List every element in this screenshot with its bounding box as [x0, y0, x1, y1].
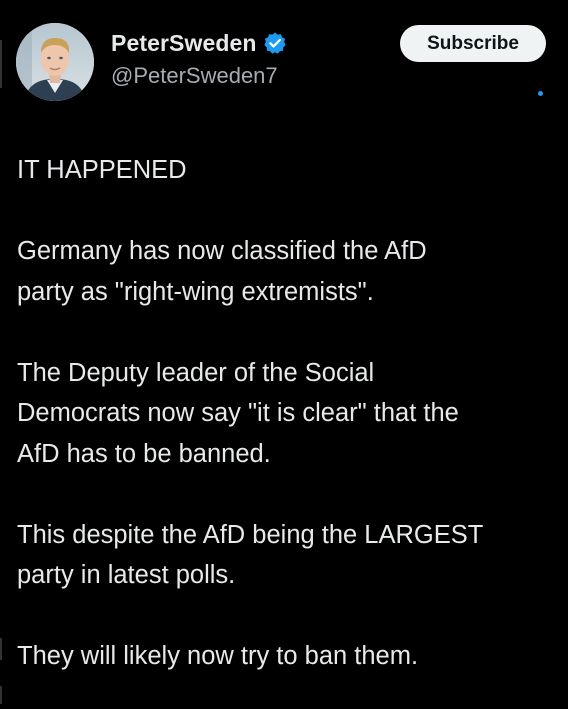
tweet-paragraph: They will likely now try to ban them. [17, 642, 419, 670]
unread-dot-icon [538, 91, 543, 96]
author-handle[interactable]: @PeterSweden7 [111, 63, 278, 89]
verified-badge-icon [263, 31, 287, 55]
author-name-row[interactable]: PeterSweden [111, 28, 287, 58]
author-display-name[interactable]: PeterSweden [111, 30, 257, 57]
left-edge-divider [0, 40, 2, 88]
left-edge-divider [0, 638, 2, 660]
tweet-paragraph: IT HAPPENED [17, 156, 187, 184]
tweet-card: PeterSweden @PeterSweden7 Subscribe IT H… [0, 0, 568, 709]
tweet-paragraph: The Deputy leader of the Social Democrat… [17, 358, 459, 468]
subscribe-button[interactable]: Subscribe [400, 25, 546, 62]
tweet-text: IT HAPPENED Germany has now classified t… [17, 150, 565, 677]
avatar[interactable] [16, 23, 94, 101]
tweet-paragraph: Germany has now classified the AfD party… [17, 237, 427, 306]
avatar-photo-icon [16, 23, 94, 101]
left-edge-divider [0, 686, 2, 704]
tweet-paragraph: This despite the AfD being the LARGEST p… [17, 520, 484, 590]
